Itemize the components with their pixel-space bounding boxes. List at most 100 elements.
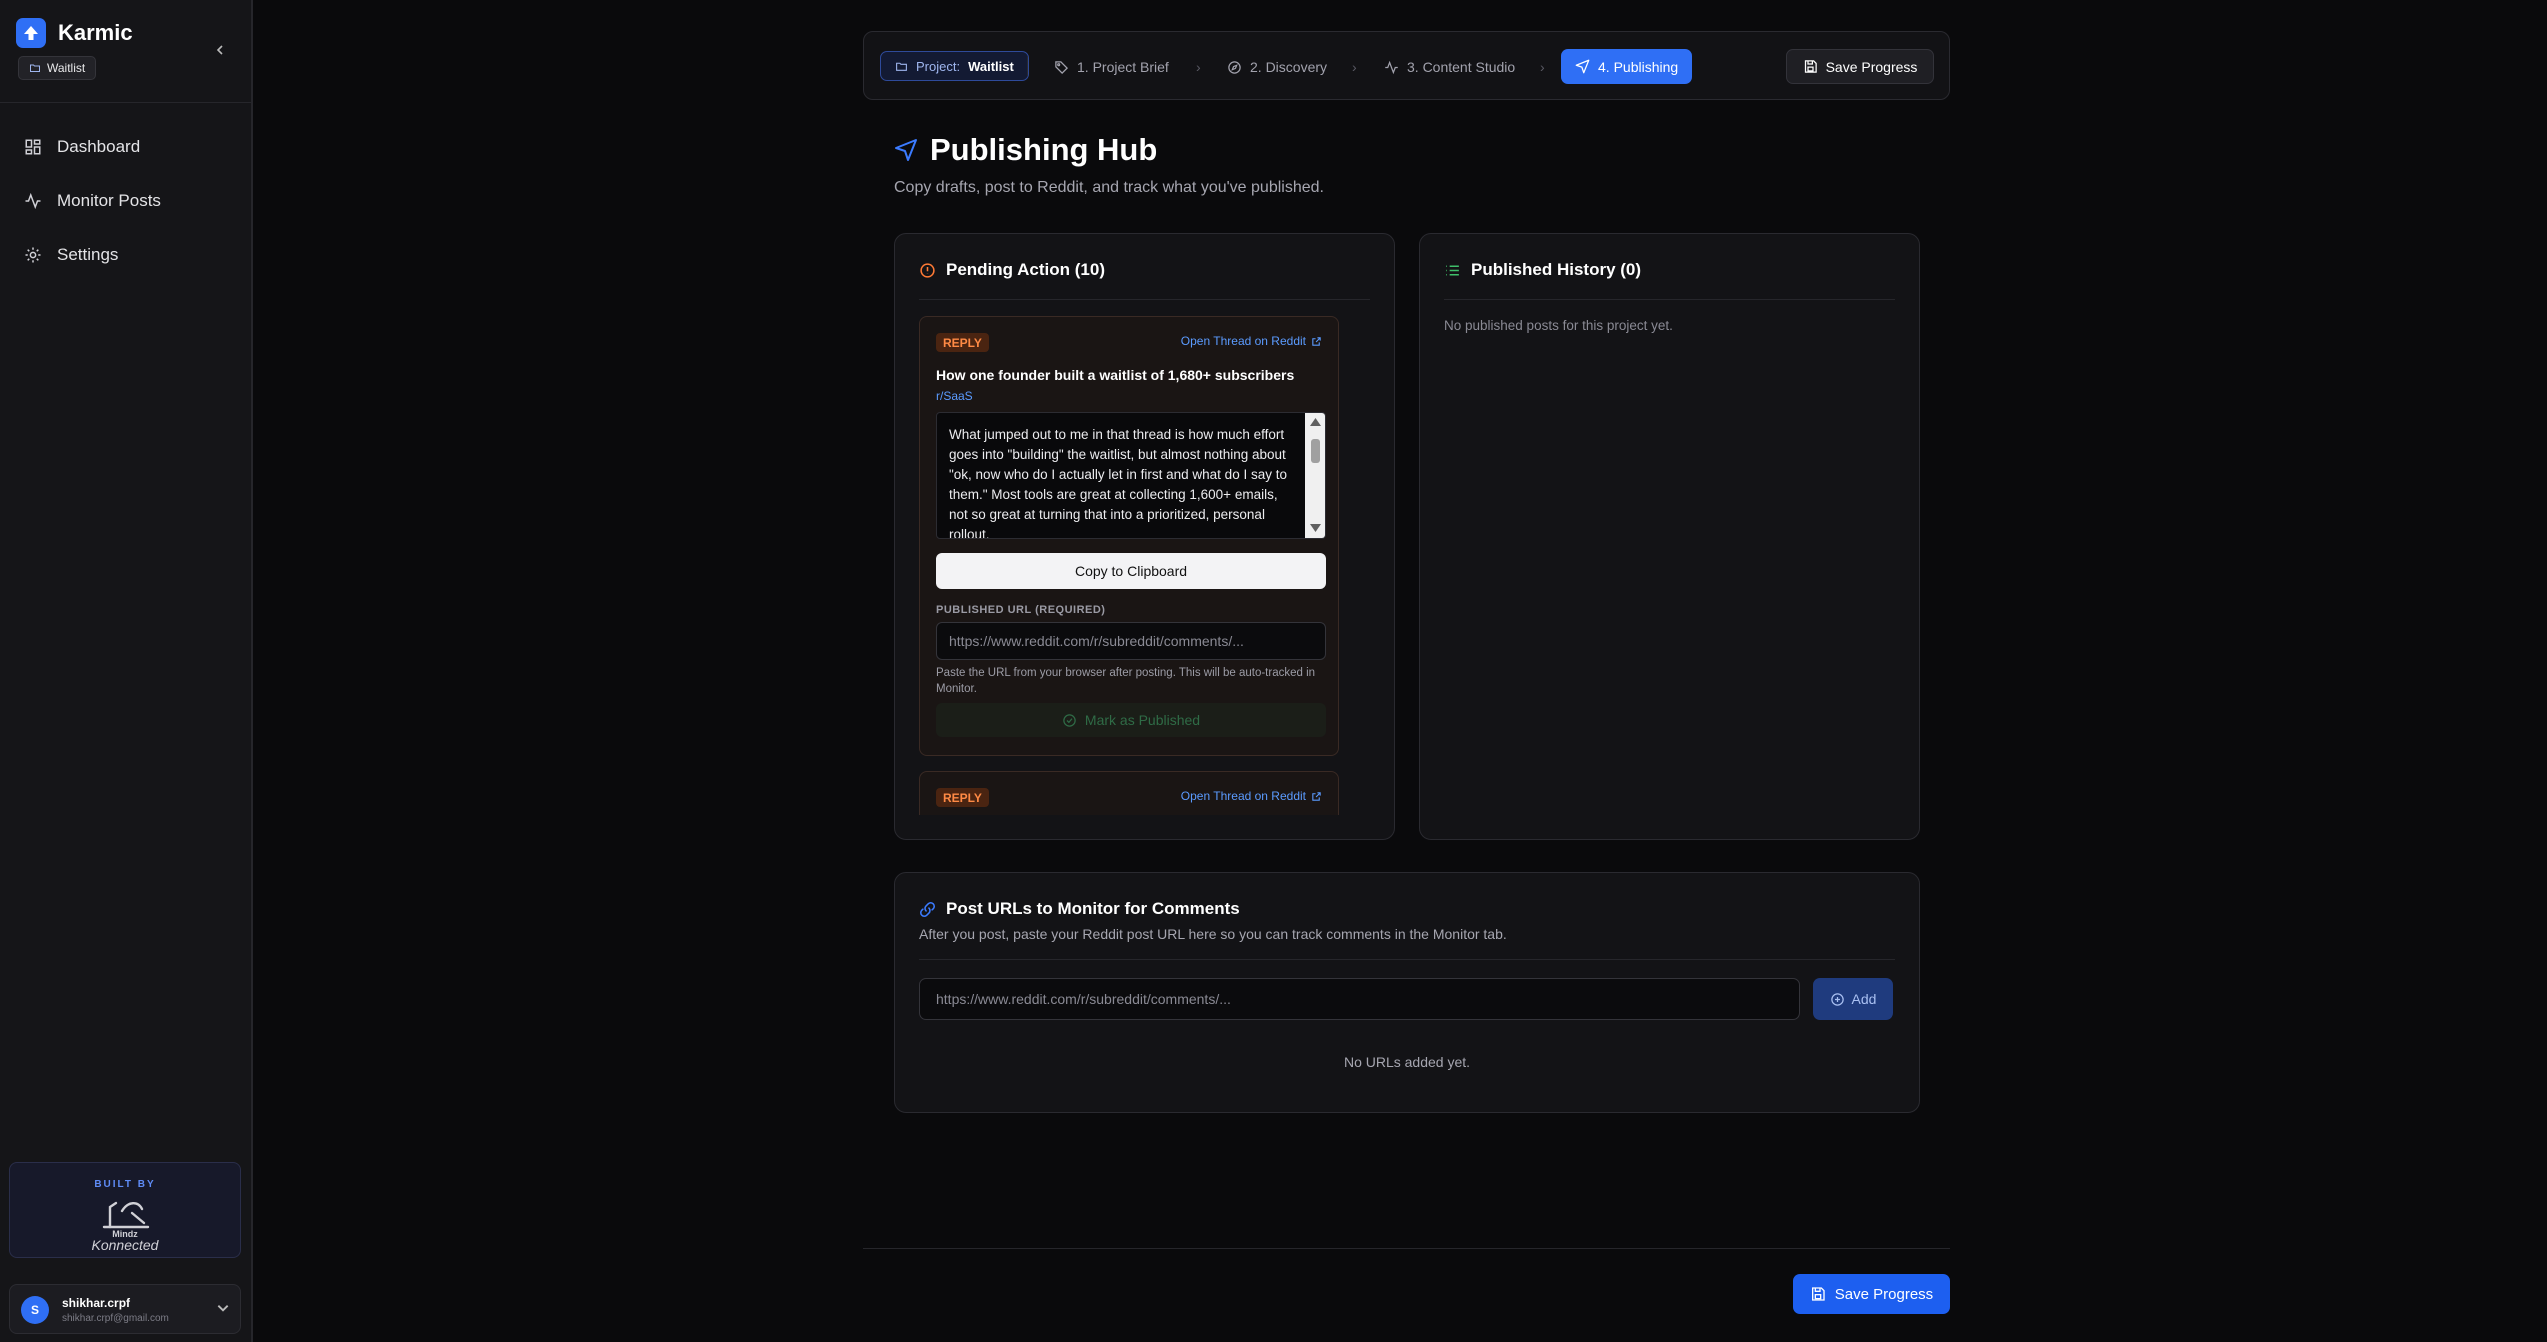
monitor-urls-card: Post URLs to Monitor for Comments After …: [894, 872, 1920, 1113]
scroll-down-icon: [1310, 524, 1321, 532]
add-url-label: Add: [1851, 991, 1877, 1007]
project-pill-key: Project:: [916, 58, 961, 74]
draft-textarea[interactable]: What jumped out to me in that thread is …: [936, 412, 1326, 539]
sidebar-item-monitor-posts[interactable]: Monitor Posts: [24, 174, 161, 228]
step-discovery[interactable]: 2. Discovery: [1227, 51, 1327, 83]
chevron-right-icon: ›: [1196, 59, 1201, 75]
collapse-sidebar-button[interactable]: [208, 38, 232, 62]
built-by-panel[interactable]: BUILT BY Mindz Konnected: [9, 1162, 241, 1258]
monitor-empty-text: No URLs added yet.: [1343, 1054, 1471, 1070]
save-icon: [1804, 60, 1817, 73]
monitor-subtitle: After you post, paste your Reddit post U…: [919, 926, 1507, 942]
link-icon: [919, 901, 936, 917]
published-url-input[interactable]: [936, 622, 1326, 660]
sidebar-item-settings[interactable]: Settings: [24, 228, 161, 282]
card-divider: [919, 299, 1370, 300]
history-empty-text: No published posts for this project yet.: [1444, 318, 1673, 333]
stepper-divider: [1027, 56, 1028, 76]
url-helper-text: Paste the URL from your browser after po…: [936, 667, 1316, 695]
send-icon: [895, 139, 917, 161]
page-title-text: Publishing Hub: [930, 132, 1158, 167]
reply-badge: REPLY: [936, 333, 989, 352]
add-url-button[interactable]: Add: [1813, 978, 1893, 1020]
list-icon: [1446, 264, 1459, 276]
pending-heading: Pending Action (10): [919, 260, 1105, 280]
footer-divider: [863, 1248, 1950, 1249]
step-content-studio[interactable]: 3. Content Studio: [1384, 51, 1515, 83]
step-label: 4. Publishing: [1598, 58, 1679, 75]
pending-action-card: Pending Action (10) REPLY Open Thread on…: [894, 233, 1395, 840]
plus-circle-icon: [1830, 992, 1844, 1006]
sidebar-nav: Dashboard Monitor Posts Settings: [24, 120, 161, 282]
mark-as-published-label: Mark as Published: [1084, 712, 1201, 728]
compass-icon: [1228, 60, 1241, 74]
save-progress-bottom-button[interactable]: Save Progress: [1793, 1274, 1950, 1314]
card-divider: [919, 959, 1895, 960]
sidebar: Karmic Waitlist Dashboard Monitor Posts …: [0, 0, 253, 1342]
alert-circle-icon: [920, 262, 935, 278]
external-link-icon: [1312, 336, 1321, 346]
subreddit-link[interactable]: r/SaaS: [936, 389, 973, 403]
draft-scrollbar[interactable]: [1305, 413, 1325, 538]
history-heading: Published History (0): [1444, 260, 1641, 280]
brand[interactable]: Karmic: [16, 18, 133, 48]
tag-icon: [1055, 60, 1069, 74]
pending-heading-text: Pending Action (10): [946, 260, 1105, 279]
monitor-url-input[interactable]: [919, 978, 1800, 1020]
gear-icon: [25, 247, 41, 263]
published-history-card: Published History (0) No published posts…: [1419, 233, 1920, 840]
activity-icon: [25, 192, 41, 210]
mindz-konnected-logo-icon: [102, 1201, 150, 1229]
chevron-left-icon: [216, 45, 223, 55]
chevron-down-icon: [217, 1305, 229, 1312]
chevron-right-icon: ›: [1540, 59, 1545, 75]
check-circle-icon: [1063, 713, 1076, 727]
save-progress-label: Save Progress: [1825, 58, 1918, 75]
monitor-heading-text: Post URLs to Monitor for Comments: [946, 899, 1240, 918]
chevron-right-icon: ›: [1352, 59, 1357, 75]
open-thread-label: Open Thread on Reddit: [1180, 789, 1306, 803]
thread-title: How one founder built a waitlist of 1,68…: [936, 367, 1295, 383]
copy-to-clipboard-button[interactable]: Copy to Clipboard: [936, 553, 1326, 589]
open-thread-link[interactable]: Open Thread on Reddit: [1181, 789, 1322, 803]
activity-icon: [1385, 60, 1398, 74]
sidebar-item-label: Dashboard: [57, 137, 141, 156]
sidebar-divider: [0, 102, 253, 103]
step-publishing[interactable]: 4. Publishing: [1561, 49, 1693, 84]
project-pill-value: Waitlist: [968, 58, 1014, 74]
mark-as-published-button[interactable]: Mark as Published: [936, 703, 1326, 737]
user-menu[interactable]: S shikhar.crpf shikhar.crpf@gmail.com: [9, 1284, 241, 1334]
dashboard-icon: [25, 139, 41, 155]
folder-icon: [896, 62, 907, 71]
open-thread-label: Open Thread on Reddit: [1180, 334, 1306, 348]
list-item: REPLY Open Thread on Reddit How one foun…: [919, 316, 1339, 756]
project-chip-label: Waitlist: [47, 61, 86, 75]
user-name: shikhar.crpf: [62, 1296, 131, 1310]
karmic-logo-icon: [16, 18, 46, 48]
pending-list[interactable]: REPLY Open Thread on Reddit How one foun…: [919, 316, 1367, 815]
draft-text: What jumped out to me in that thread is …: [949, 427, 1287, 539]
history-heading-text: Published History (0): [1471, 260, 1642, 279]
external-link-icon: [1312, 791, 1321, 801]
save-icon: [1811, 1287, 1825, 1301]
logo-text-konnected: Konnected: [91, 1237, 159, 1253]
sidebar-item-dashboard[interactable]: Dashboard: [24, 120, 161, 174]
workflow-stepper: Project: Waitlist 1. Project Brief › 2. …: [863, 31, 1950, 100]
scroll-thumb[interactable]: [1311, 439, 1320, 463]
app-name: Karmic: [58, 20, 133, 45]
sidebar-item-label: Monitor Posts: [57, 191, 161, 210]
page-title: Publishing Hub: [894, 132, 1157, 168]
page-subtitle: Copy drafts, post to Reddit, and track w…: [894, 179, 1324, 196]
step-label: 1. Project Brief: [1077, 59, 1169, 75]
project-chip[interactable]: Waitlist: [18, 56, 97, 80]
folder-icon: [30, 64, 40, 72]
step-project-brief[interactable]: 1. Project Brief: [1054, 51, 1169, 83]
project-pill[interactable]: Project: Waitlist: [880, 51, 1029, 81]
user-email: shikhar.crpf@gmail.com: [62, 1313, 169, 1324]
built-by-label: BUILT BY: [94, 1179, 156, 1190]
scroll-up-icon: [1310, 418, 1321, 426]
open-thread-link[interactable]: Open Thread on Reddit: [1181, 334, 1322, 348]
reply-badge: REPLY: [936, 788, 989, 807]
published-url-label: PUBLISHED URL (REQUIRED): [936, 604, 1106, 616]
save-progress-button[interactable]: Save Progress: [1786, 49, 1934, 84]
